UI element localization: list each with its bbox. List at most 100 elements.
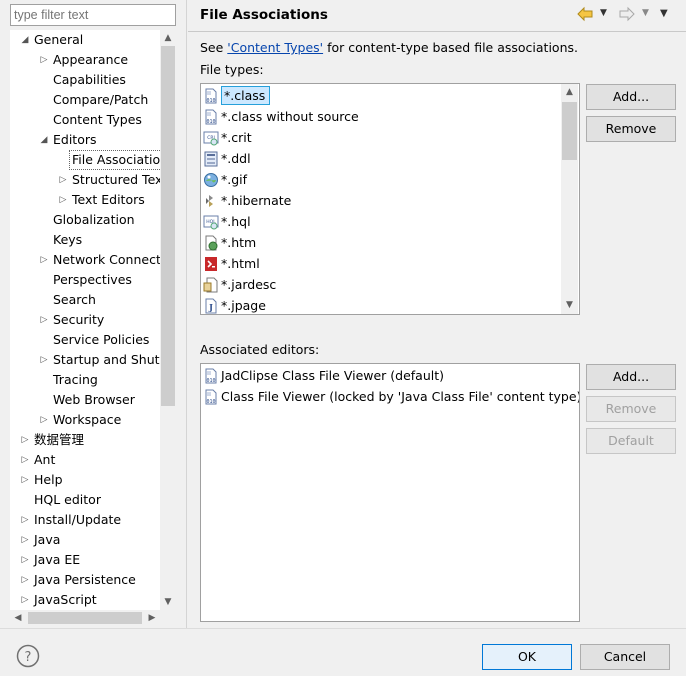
expand-arrow-icon[interactable]: ▷ [20, 530, 30, 550]
back-dropdown-icon[interactable]: ▼ [600, 8, 607, 18]
file-types-list[interactable]: 010 *.class 010 *.class without source CRI *.… [200, 83, 580, 315]
scroll-down-icon[interactable]: ▼ [160, 594, 176, 610]
tree-item[interactable]: Globalization [10, 210, 176, 230]
add-editor-button[interactable]: Add... [586, 364, 676, 390]
tree-item[interactable]: ▷ Text Editors [10, 190, 176, 210]
forward-arrow-icon[interactable] [618, 5, 636, 23]
remove-editor-button[interactable]: Remove [586, 396, 676, 422]
tree-item[interactable]: HQL editor [10, 490, 176, 510]
expand-arrow-icon[interactable]: ▷ [39, 50, 49, 70]
associated-editors-list[interactable]: 010 JadClipse Class File Viewer (default)… [200, 363, 580, 622]
file-types-scroll-thumb[interactable] [562, 102, 577, 160]
file-type-row[interactable]: *.htm [203, 232, 256, 253]
file-type-row[interactable]: *.jardesc [203, 274, 276, 295]
expand-arrow-icon[interactable]: ▷ [20, 510, 30, 530]
tree-item[interactable]: Keys [10, 230, 176, 250]
add-file-type-button[interactable]: Add... [586, 84, 676, 110]
scroll-down-icon[interactable]: ▼ [561, 297, 578, 314]
default-editor-button[interactable]: Default [586, 428, 676, 454]
tree-item[interactable]: Web Browser [10, 390, 176, 410]
file-types-label: File types: [200, 62, 264, 77]
scroll-up-icon[interactable]: ▲ [160, 30, 176, 46]
file-type-row[interactable]: *.hibernate [203, 190, 291, 211]
expand-arrow-icon[interactable]: ▷ [58, 170, 68, 190]
pane-divider[interactable] [186, 0, 187, 628]
expand-arrow-icon[interactable]: ▷ [20, 590, 30, 610]
expand-arrow-icon[interactable]: ▷ [20, 450, 30, 470]
file-type-row[interactable]: HQL *.hql [203, 211, 251, 232]
expand-arrow-icon[interactable]: ▷ [39, 410, 49, 430]
file-type-row[interactable]: *.ddl [203, 148, 251, 169]
tree-item[interactable]: ▷ Help [10, 470, 176, 490]
tree-item[interactable]: ▷ Java Persistence [10, 570, 176, 590]
tree-item[interactable]: ▷ Network Connections [10, 250, 176, 270]
expand-arrow-icon[interactable]: ▷ [58, 190, 68, 210]
expand-arrow-icon[interactable]: ▷ [20, 470, 30, 490]
expand-arrow-icon[interactable]: ▷ [20, 550, 30, 570]
tree-item[interactable]: ▷ Security [10, 310, 176, 330]
tree-item[interactable]: ◢ Editors [10, 130, 176, 150]
tree-vertical-scroll-thumb[interactable] [161, 46, 175, 406]
file-type-row[interactable]: 010 *.class without source [203, 106, 359, 127]
cancel-button[interactable]: Cancel [580, 644, 670, 670]
hql-file-icon: HQL [203, 215, 219, 229]
tree-item[interactable]: ▷ Install/Update [10, 510, 176, 530]
collapse-arrow-icon[interactable]: ◢ [20, 30, 30, 50]
filter-input[interactable] [10, 4, 176, 26]
expand-arrow-icon[interactable]: ▷ [20, 430, 30, 450]
tree-item[interactable]: ▷ Workspace [10, 410, 176, 430]
file-type-name: *.hql [221, 214, 251, 229]
editor-row[interactable]: 010 JadClipse Class File Viewer (default) [203, 365, 444, 386]
file-type-row[interactable]: *.gif [203, 169, 247, 190]
tree-item[interactable]: ▷Structured Text Editors [10, 170, 176, 190]
description-suffix: for content-type based file associations… [323, 40, 578, 55]
tree-item[interactable]: ▷ Appearance [10, 50, 176, 70]
tree-horizontal-scroll-thumb[interactable] [28, 612, 142, 624]
content-types-link[interactable]: 'Content Types' [227, 40, 323, 55]
file-type-row[interactable]: 010 *.class [203, 85, 271, 106]
file-type-row[interactable]: *.html [203, 253, 260, 274]
tree-item[interactable]: Content Types [10, 110, 176, 130]
tree-item-label: JavaScript [34, 592, 97, 607]
forward-dropdown-icon[interactable]: ▼ [642, 8, 649, 18]
tree-item[interactable]: ▷ Java EE [10, 550, 176, 570]
expand-arrow-icon[interactable]: ▷ [20, 570, 30, 590]
scroll-up-icon[interactable]: ▲ [561, 84, 578, 101]
tree-item-label: General [34, 32, 84, 47]
file-type-row[interactable]: CRI *.crit [203, 127, 252, 148]
ddl-file-icon [204, 151, 218, 166]
tree-item-label: Help [34, 472, 63, 487]
tree-item[interactable]: Compare/Patch [10, 90, 176, 110]
view-menu-icon[interactable]: ▼ [660, 8, 668, 19]
tree-item[interactable]: Search [10, 290, 176, 310]
image-file-icon [204, 172, 218, 187]
back-arrow-icon[interactable] [576, 5, 594, 23]
tree-item[interactable]: ◢ General [10, 30, 176, 50]
tree-item[interactable]: ▷ Ant [10, 450, 176, 470]
tree-item[interactable]: ▷ JavaScript [10, 590, 176, 610]
tree-item-label: Appearance [53, 52, 129, 67]
tree-item[interactable]: ▷ Java [10, 530, 176, 550]
editor-row[interactable]: 010 Class File Viewer (locked by 'Java Cl… [203, 386, 579, 407]
expand-arrow-icon[interactable]: ▷ [39, 250, 49, 270]
ok-button[interactable]: OK [482, 644, 572, 670]
tree-item-label: Workspace [53, 412, 122, 427]
tree-item[interactable]: Tracing [10, 370, 176, 390]
tree-item[interactable]: Service Policies [10, 330, 176, 350]
collapse-arrow-icon[interactable]: ◢ [39, 130, 49, 150]
tree-item[interactable]: ▷ Startup and Shutdown [10, 350, 176, 370]
expand-arrow-icon[interactable]: ▷ [39, 350, 49, 370]
expand-arrow-icon[interactable]: ▷ [39, 310, 49, 330]
scroll-right-icon[interactable]: ▶ [144, 610, 160, 626]
scroll-left-icon[interactable]: ◀ [10, 610, 26, 626]
remove-file-type-button[interactable]: Remove [586, 116, 676, 142]
footer-separator [0, 628, 686, 629]
tree-item[interactable]: ▷ 数据管理 [10, 430, 176, 450]
tree-item[interactable]: Perspectives [10, 270, 176, 290]
help-icon[interactable]: ? [16, 644, 40, 668]
svg-text:010: 010 [206, 119, 215, 125]
file-type-row[interactable]: J *.jpage [203, 295, 266, 314]
tree-item[interactable]: File Associations [10, 150, 176, 170]
file-type-name: *.crit [221, 130, 252, 145]
tree-item[interactable]: Capabilities [10, 70, 176, 90]
